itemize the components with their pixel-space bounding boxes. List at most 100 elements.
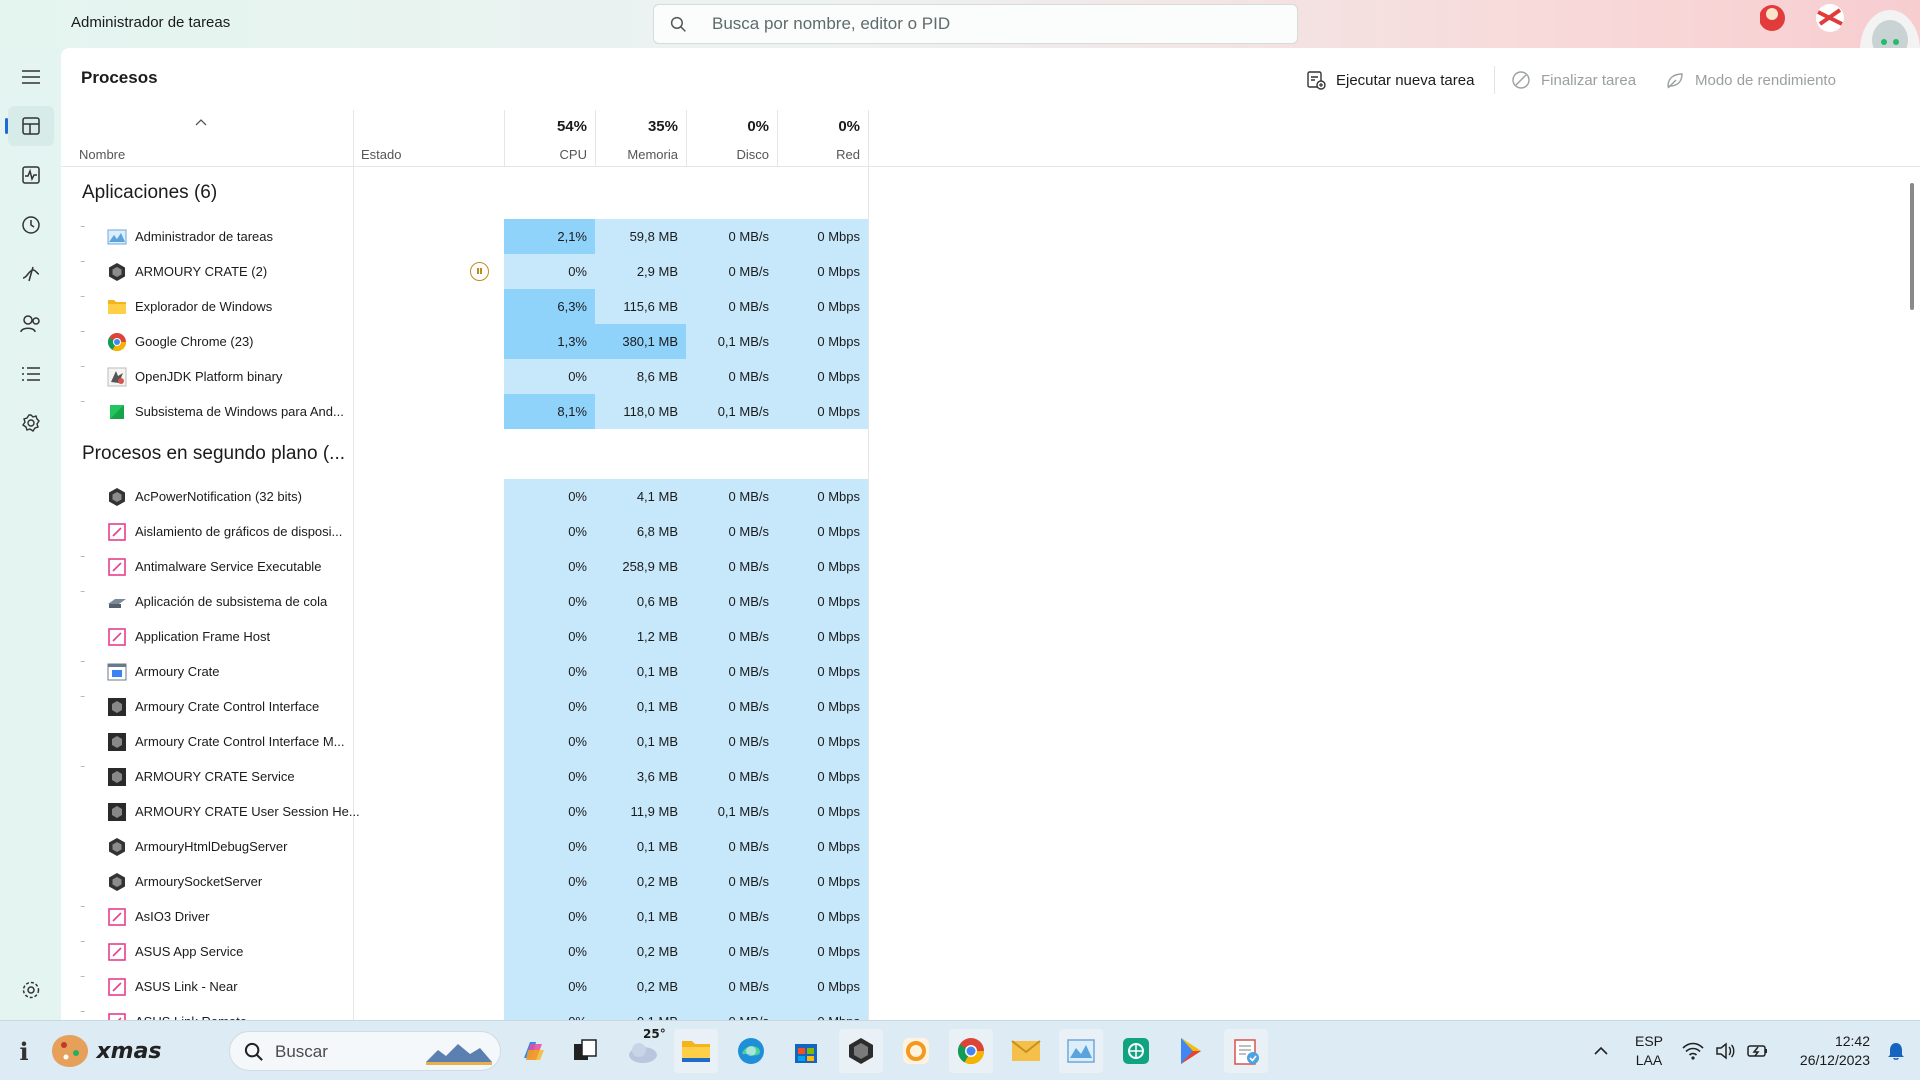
process-row[interactable]: ‾ Explorador de Windows 6,3% 115,6 MB 0 MB/s… (61, 289, 1920, 324)
file-explorer-button[interactable] (674, 1029, 718, 1073)
process-row[interactable]: ‾ Google Chrome (23) 1,3% 380,1 MB 0,1 MB/s 0… (61, 324, 1920, 359)
notepad-check-icon (1234, 1039, 1259, 1065)
expand-marker-icon[interactable]: ‾ (81, 591, 84, 602)
network-cell: 0 Mbps (777, 934, 868, 969)
copilot-button[interactable] (511, 1029, 555, 1073)
network-cell: 0 Mbps (777, 584, 868, 619)
column-header-cpu[interactable]: 54% CPU (504, 110, 595, 167)
weather-widget[interactable]: 25° (621, 1027, 666, 1073)
group-header[interactable]: Aplicaciones (6) (61, 167, 1920, 219)
nav-processes[interactable] (5, 106, 54, 146)
nav-settings[interactable] (8, 970, 54, 1010)
process-row[interactable]: ‾ Antimalware Service Executable 0% 258,9 M… (61, 549, 1920, 584)
nav-details[interactable] (8, 354, 54, 394)
task-manager-icon (107, 227, 127, 247)
expand-marker-icon[interactable]: ‾ (81, 331, 84, 342)
nav-app-history[interactable] (8, 205, 54, 245)
memory-cell: 3,6 MB (595, 759, 686, 794)
process-row[interactable]: ‾ Administrador de tareas 2,1% 59,8 MB 0 MB/… (61, 219, 1920, 254)
expand-marker-icon[interactable]: ‾ (81, 976, 84, 987)
info-icon: i (19, 1036, 29, 1066)
end-task-button[interactable]: Finalizar tarea (1503, 62, 1644, 98)
expand-marker-icon[interactable]: ‾ (81, 696, 84, 707)
run-new-task-button[interactable]: Ejecutar nueva tarea (1298, 62, 1482, 98)
cpu-cell: 0% (504, 864, 595, 899)
search-input[interactable] (712, 14, 1272, 34)
process-row[interactable]: ‾ASUS Link Remote0%0,1 MB0 MB/s0 Mbps (61, 1004, 1920, 1020)
menu-button[interactable] (8, 57, 54, 97)
expand-marker-icon[interactable]: ‾ (81, 401, 84, 412)
process-row[interactable]: ‾ OpenJDK Platform binary 0% 8,6 MB 0 MB/s 0 … (61, 359, 1920, 394)
show-hidden-icons-button[interactable] (1578, 1029, 1624, 1073)
process-row[interactable]: ‾ ARMOURY CRATE (2) 0% 2,9 MB 0 MB/s 0 Mbps (61, 254, 1920, 289)
column-header-memory[interactable]: 35% Memoria (595, 110, 686, 167)
nav-services[interactable] (8, 403, 54, 443)
language-indicator[interactable]: ESP LAA (1626, 1029, 1672, 1073)
column-header-name[interactable]: Nombre (61, 110, 353, 167)
process-row[interactable]: ‾ AsIO3 Driver 0% 0,1 MB 0 MB/s 0 Mbps (61, 899, 1920, 934)
disk-cell: 0 MB/s (686, 254, 777, 289)
chatgpt-button[interactable] (1114, 1029, 1158, 1073)
nav-startup-apps[interactable] (8, 254, 54, 294)
process-row[interactable]: Armoury Crate Control Interface M... 0% 0,… (61, 724, 1920, 759)
expand-marker-icon[interactable]: ‾ (81, 941, 84, 952)
process-row[interactable]: ‾ Subsistema de Windows para And... 8,1% 11… (61, 394, 1920, 429)
process-row[interactable]: AcPowerNotification (32 bits) 0% 4,1 MB 0 M… (61, 479, 1920, 514)
column-header-disk[interactable]: 0% Disco (686, 110, 777, 167)
expand-marker-icon[interactable]: ‾ (81, 1011, 84, 1020)
expand-marker-icon[interactable]: ‾ (81, 261, 84, 272)
task-manager-taskbar-button[interactable] (1059, 1029, 1103, 1073)
disk-cell: 0 MB/s (686, 289, 777, 324)
process-row[interactable]: Application Frame Host 0% 1,2 MB 0 MB/s 0 Mb… (61, 619, 1920, 654)
process-row[interactable]: ArmouryHtmlDebugServer 0% 0,1 MB 0 MB/s 0 Mb… (61, 829, 1920, 864)
expand-marker-icon[interactable]: ‾ (81, 226, 84, 237)
edge-button[interactable] (729, 1029, 773, 1073)
pink-frame-icon (107, 557, 127, 577)
process-row[interactable]: ‾ ASUS Link - Near 0% 0,2 MB 0 MB/s 0 Mbps (61, 969, 1920, 1004)
expand-marker-icon[interactable]: ‾ (81, 296, 84, 307)
process-row[interactable]: ‾ Armoury Crate Control Interface 0% 0,1 MB… (61, 689, 1920, 724)
process-row[interactable]: ARMOURY CRATE User Session He... 0% 11,9 M… (61, 794, 1920, 829)
column-header-network[interactable]: 0% Red (777, 110, 868, 167)
expand-marker-icon[interactable]: ‾ (81, 766, 84, 777)
nav-performance[interactable] (8, 155, 54, 195)
taskbar-search[interactable]: Buscar (229, 1031, 501, 1071)
memory-cell: 115,6 MB (595, 289, 686, 324)
page-title: Procesos (81, 68, 158, 87)
process-row[interactable]: ‾ ARMOURY CRATE Service 0% 3,6 MB 0 MB/s 0 Mb… (61, 759, 1920, 794)
disk-cell: 0 MB/s (686, 514, 777, 549)
expand-marker-icon[interactable]: ‾ (81, 556, 84, 567)
expand-marker-icon[interactable]: ‾ (81, 661, 84, 672)
quick-settings-button[interactable] (1676, 1029, 1776, 1073)
process-row[interactable]: ArmourySocketServer 0% 0,2 MB 0 MB/s 0 Mbps (61, 864, 1920, 899)
expand-marker-icon[interactable]: ‾ (81, 906, 84, 917)
process-name: Administrador de tareas (135, 229, 274, 244)
scrollbar-thumb[interactable] (1910, 183, 1914, 310)
process-row[interactable]: ‾ Aplicación de subsistema de cola 0% 0,6 M… (61, 584, 1920, 619)
process-row[interactable]: ‾ Armoury Crate 0% 0,1 MB 0 MB/s 0 Mbps (61, 654, 1920, 689)
search-box[interactable] (653, 4, 1298, 44)
column-memory-label: Memoria (627, 147, 678, 162)
notepad-app-button[interactable] (1224, 1029, 1268, 1073)
chrome-taskbar-button[interactable] (949, 1029, 993, 1073)
column-name-label: Nombre (79, 147, 126, 162)
expand-marker-icon[interactable]: ‾ (81, 366, 84, 377)
history-icon (22, 216, 40, 234)
cpu-cell: 0% (504, 829, 595, 864)
process-row[interactable]: Aislamiento de gráficos de disposi... 0% 6… (61, 514, 1920, 549)
microsoft-store-button[interactable] (784, 1029, 828, 1073)
orange-app-button[interactable] (894, 1029, 938, 1073)
process-name: AcPowerNotification (32 bits) (135, 489, 302, 504)
efficiency-mode-button[interactable]: Modo de rendimiento (1657, 62, 1844, 98)
armoury-crate-taskbar-button[interactable] (839, 1029, 883, 1073)
play-store-button[interactable] (1169, 1029, 1213, 1073)
clock-button[interactable]: 12:42 26/12/2023 (1780, 1029, 1876, 1073)
mail-button[interactable] (1004, 1029, 1048, 1073)
xmas-widget[interactable]: xmas (38, 1029, 172, 1073)
process-row[interactable]: ‾ ASUS App Service 0% 0,2 MB 0 MB/s 0 Mbps (61, 934, 1920, 969)
task-view-button[interactable] (563, 1029, 607, 1073)
nav-users[interactable] (8, 304, 54, 344)
column-header-status[interactable]: Estado (353, 110, 504, 167)
notifications-button[interactable] (1876, 1029, 1916, 1073)
group-header[interactable]: Procesos en segundo plano (... (61, 429, 1920, 479)
